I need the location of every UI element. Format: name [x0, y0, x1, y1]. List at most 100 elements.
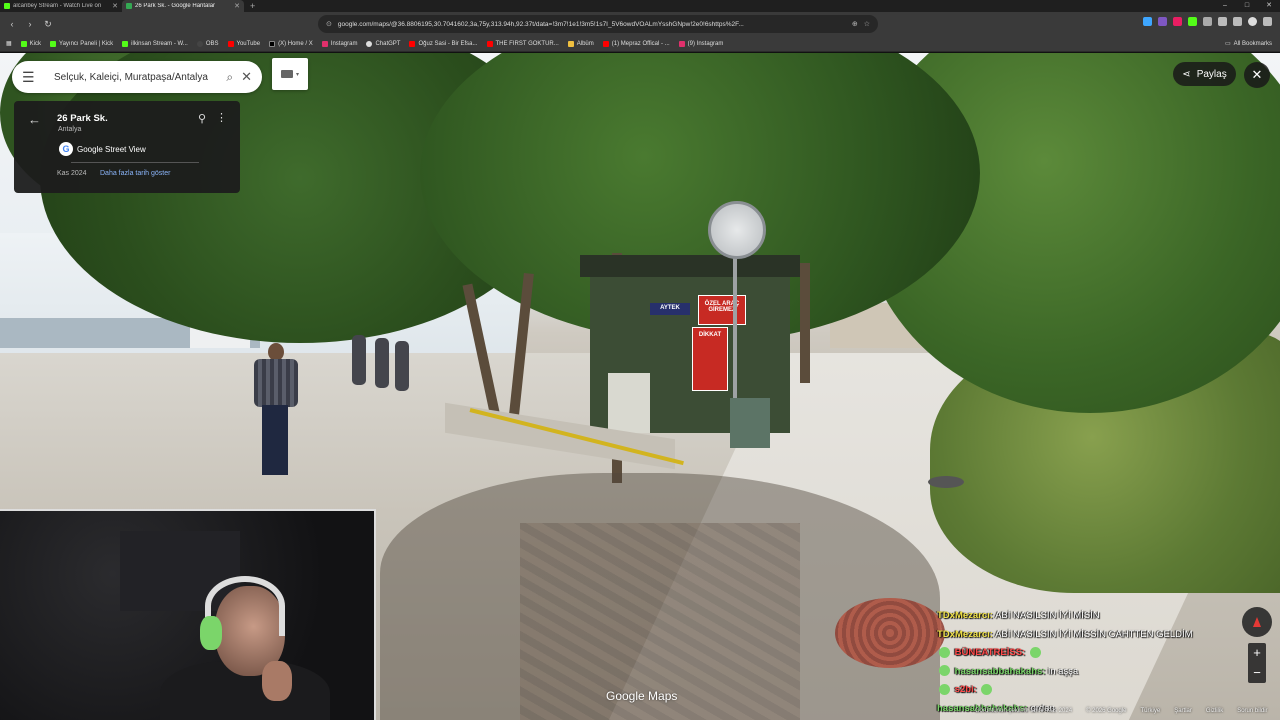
bookmark-item[interactable]: THE FIRST GOKTUR...	[486, 40, 559, 47]
tab-title: 26 Park Sk. - Google Haritalar	[135, 3, 216, 9]
tab-close-icon[interactable]: ✕	[112, 2, 118, 10]
tree-trunk	[800, 263, 810, 383]
trash-bin	[730, 398, 770, 448]
address-bar[interactable]: ⊙ google.com/maps/@36.8806195,30.7041602…	[318, 15, 878, 33]
keyboard-icon	[280, 70, 293, 78]
new-tab-button[interactable]: +	[244, 0, 261, 12]
clear-search-icon[interactable]: ✕	[241, 69, 252, 85]
drain	[928, 476, 964, 488]
search-input[interactable]: Selçuk, Kaleiçi, Muratpaşa/Antalya	[54, 72, 218, 83]
kick-icon	[50, 40, 57, 47]
footer-copyright: © 2026 Google	[1086, 708, 1127, 714]
chat-text: in aşşa	[1048, 665, 1079, 677]
sidebar-icon[interactable]	[1233, 17, 1242, 26]
close-street-view-button[interactable]: ✕	[1244, 62, 1270, 88]
zoom-in-button[interactable]: +	[1248, 643, 1266, 663]
bookmark-item[interactable]: ChatGPT	[366, 40, 400, 47]
tab-google-maps[interactable]: 26 Park Sk. - Google Haritalar ✕	[122, 0, 244, 12]
no-vehicle-sign: ÖZEL ARAÇ GİREMEZ	[698, 295, 746, 325]
share-button[interactable]: ⋖ Paylaş	[1173, 62, 1236, 86]
folder-icon	[567, 40, 574, 47]
bookmark-star-icon[interactable]: ☆	[864, 20, 870, 28]
bookmark-item[interactable]: Instagram	[321, 40, 357, 47]
bookmark-item[interactable]: Albüm	[567, 40, 594, 47]
url-text[interactable]: google.com/maps/@36.8806195,30.7041602,3…	[338, 21, 846, 28]
all-bookmarks-button[interactable]: ▭ All Bookmarks	[1225, 40, 1272, 48]
zoom-controls: + −	[1248, 643, 1266, 683]
maps-footer: Görüntünün çekilme tarihi: Kas 2024 © 20…	[975, 708, 1268, 714]
more-options-icon[interactable]: ⋮	[216, 111, 227, 124]
reload-icon[interactable]: ↻	[42, 19, 54, 30]
media-icon[interactable]	[1218, 17, 1227, 26]
zoom-out-button[interactable]: −	[1248, 663, 1266, 683]
youtube-icon	[486, 40, 493, 47]
compass-button[interactable]	[1242, 607, 1272, 637]
browser-toolbar: ‹ › ↻ ⊙ google.com/maps/@36.8806195,30.7…	[0, 12, 1280, 36]
extension-icon[interactable]	[1143, 17, 1152, 26]
bookmark-item[interactable]: Yayıncı Paneli | Kick	[50, 40, 113, 47]
forward-icon[interactable]: ›	[24, 19, 36, 29]
location-pin-icon[interactable]: ⚲	[198, 112, 206, 125]
bookmark-item[interactable]: (1) Mepraz Offical - ...	[602, 40, 670, 47]
profile-icon[interactable]	[1248, 17, 1257, 26]
tab-kick-stream[interactable]: alcanbey Stream - Watch Live on ✕	[0, 0, 122, 12]
headset-earcup	[200, 616, 222, 650]
extension-icon[interactable]	[1188, 17, 1197, 26]
bookmark-item[interactable]: YouTube	[227, 40, 261, 47]
bookmark-label: (9) Instagram	[687, 40, 724, 47]
google-logo-icon: G	[59, 142, 73, 156]
tab-title: alcanbey Stream - Watch Live on	[13, 3, 102, 9]
minimize-button[interactable]: –	[1214, 0, 1236, 12]
x-icon	[269, 40, 276, 47]
bookmark-item[interactable]: (X) Home / X	[269, 40, 313, 47]
street-view-info-card: ← 26 Park Sk. Antalya ⚲ ⋮ G Google Stree…	[14, 101, 240, 193]
extension-icon[interactable]	[1203, 17, 1212, 26]
extension-icon[interactable]	[1173, 17, 1182, 26]
stream-chat-overlay: TDxMezarcı: ABİ NASILSIN İYİ MİSİN TDxMe…	[937, 607, 1237, 718]
more-dates-link[interactable]: Daha fazla tarih göster	[100, 170, 170, 177]
hamburger-menu-icon[interactable]: ☰	[22, 69, 42, 86]
badge-icon	[939, 665, 950, 677]
back-arrow-icon[interactable]: ←	[28, 112, 41, 127]
footer-terms[interactable]: Şartlar	[1174, 708, 1192, 714]
site-info-icon[interactable]: ⊙	[326, 20, 332, 28]
keyboard-layer-button[interactable]: ▾	[272, 58, 308, 90]
compass-needle-icon	[1253, 617, 1261, 627]
close-window-button[interactable]: ✕	[1258, 0, 1280, 12]
bookmark-item[interactable]: Oğuz Sasi - Bir Efsa...	[409, 40, 478, 47]
bookmark-label: YouTube	[236, 40, 261, 47]
bookmark-item[interactable]: OBS	[196, 40, 219, 47]
capture-date: Kas 2024	[57, 170, 87, 177]
place-subtitle: Antalya	[58, 126, 82, 133]
sign-pole	[733, 253, 737, 403]
streamer-webcam	[0, 509, 376, 720]
search-icon[interactable]: ⌕	[226, 70, 233, 85]
zoom-icon[interactable]: ⊕	[852, 20, 858, 28]
chat-message: s2bi:	[937, 681, 1237, 700]
kiosk-banner: AYTEK	[650, 303, 690, 315]
bookmark-item[interactable]: (9) Instagram	[678, 40, 724, 47]
bookmark-item[interactable]: Kick	[20, 40, 42, 47]
google-maps-logo: Google Maps	[606, 689, 678, 703]
menu-icon[interactable]	[1263, 17, 1272, 26]
bookmark-label: Kick	[29, 40, 42, 47]
youtube-icon	[227, 40, 234, 47]
chat-username: TDxMezarcı:	[937, 610, 993, 621]
footer-region[interactable]: Türkiye	[1141, 708, 1161, 714]
pedestrian	[375, 338, 389, 388]
maximize-button[interactable]: □	[1236, 0, 1258, 12]
chatgpt-icon	[366, 40, 373, 47]
tab-close-icon[interactable]: ✕	[234, 2, 240, 10]
chevron-down-icon: ▾	[295, 71, 299, 78]
bookmark-label: (1) Mepraz Offical - ...	[611, 40, 670, 47]
extension-icon[interactable]	[1158, 17, 1167, 26]
pedestrian	[395, 341, 409, 391]
footer-privacy[interactable]: Gizlilik	[1206, 708, 1223, 714]
footer-report[interactable]: Sorun bildir	[1237, 708, 1267, 714]
chat-text: ABİ NASILSIN İYİ MİSİN	[995, 610, 1100, 621]
apps-grid-icon[interactable]: ▦	[6, 40, 12, 47]
chat-username: hasansabbahakahs:	[954, 665, 1046, 677]
back-icon[interactable]: ‹	[6, 19, 18, 29]
bookmark-item[interactable]: ilkinsan Stream - W...	[122, 40, 188, 47]
extension-icons	[1143, 17, 1272, 26]
